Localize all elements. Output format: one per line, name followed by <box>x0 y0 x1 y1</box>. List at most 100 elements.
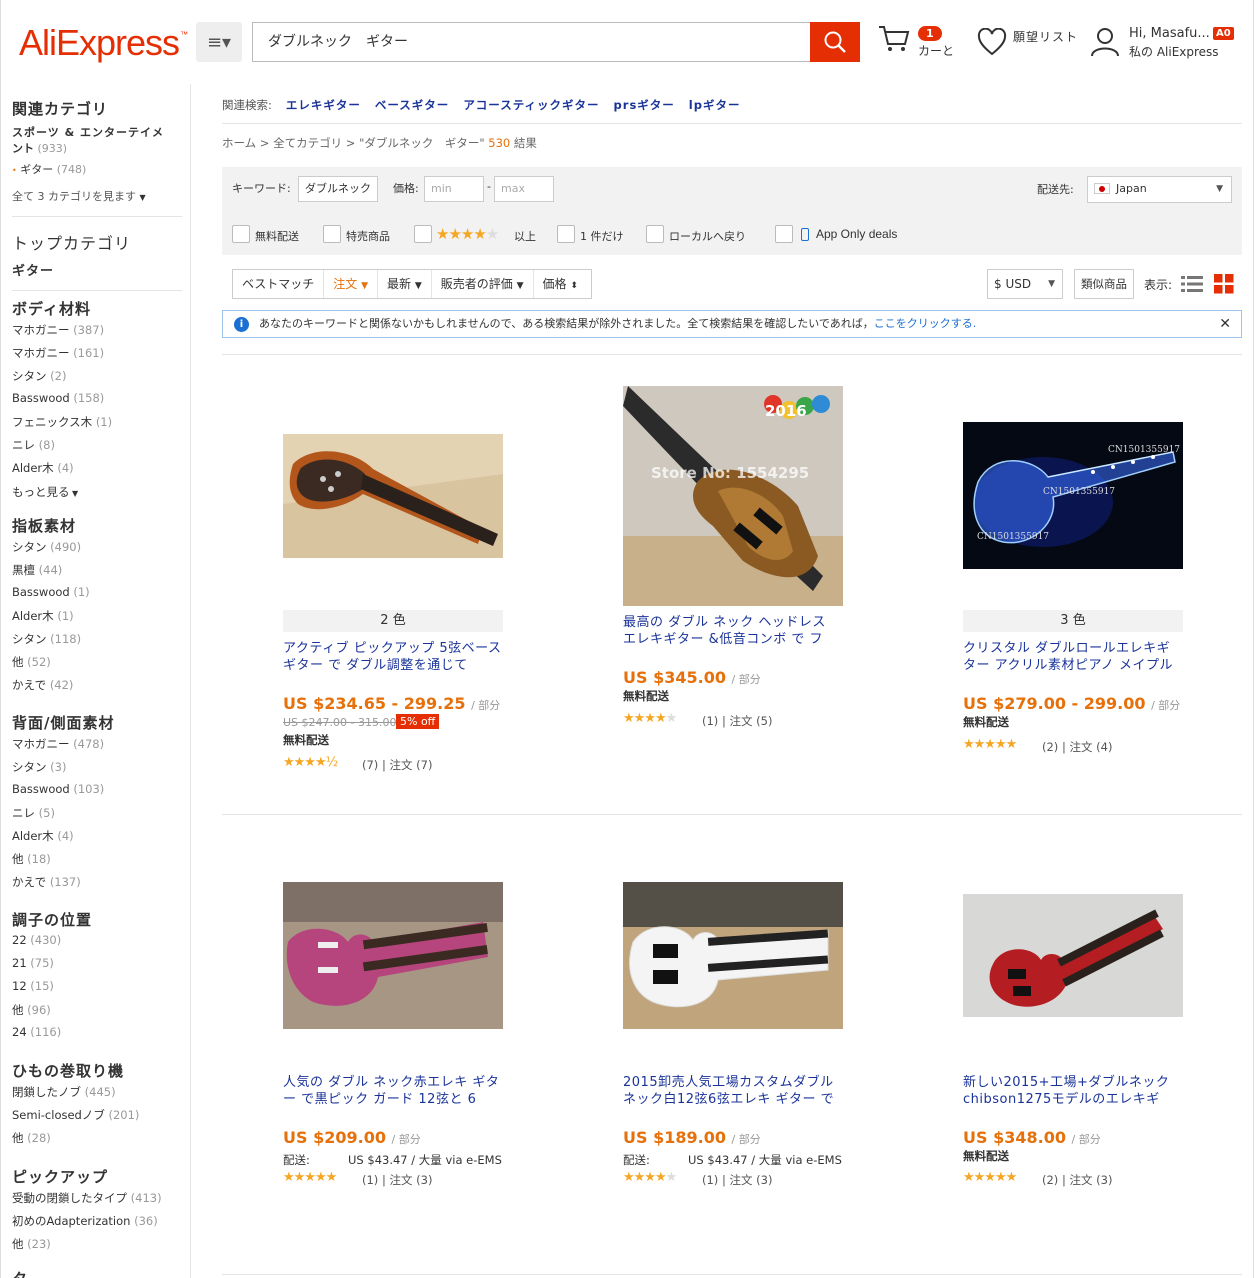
facet-option[interactable]: シタン (2) <box>12 368 66 384</box>
facet-option[interactable]: 閉鎖したノブ (445) <box>12 1084 116 1100</box>
user-greeting[interactable]: Hi, Masafu... <box>1129 26 1210 41</box>
facet-option[interactable]: マホガニー (161) <box>12 345 104 361</box>
facet-option[interactable]: 22 (430) <box>12 933 61 947</box>
one-piece-checkbox[interactable] <box>557 225 575 243</box>
facet-option[interactable]: 24 (116) <box>12 1025 61 1039</box>
product-image[interactable] <box>283 882 503 1029</box>
facet-option[interactable]: 他 (96) <box>12 1002 51 1018</box>
related-link[interactable]: lpギター <box>689 98 741 112</box>
top-category-guitar[interactable]: ギター <box>12 260 54 279</box>
review-info[interactable]: (2) | 注文 (4) <box>1042 739 1112 755</box>
facet-option[interactable]: 他 (28) <box>12 1130 51 1146</box>
price-min-input[interactable]: min <box>424 176 484 202</box>
price-max-input[interactable]: max <box>494 176 554 202</box>
sort-seller-rating[interactable]: 販売者の評価 ▼ <box>432 270 534 298</box>
product-image[interactable] <box>963 894 1183 1017</box>
user-icon[interactable] <box>1090 26 1120 58</box>
product-image[interactable]: CN1501355917 CN1501355917 CN1501355917 <box>963 422 1183 569</box>
currency-select[interactable]: $ USD ▼ <box>987 269 1063 299</box>
facet-option[interactable]: シタン (118) <box>12 631 81 647</box>
ship-to-select[interactable]: Japan ▼ <box>1087 176 1232 203</box>
grid-view-icon[interactable] <box>1214 274 1234 294</box>
facet-option[interactable]: 他 (23) <box>12 1236 51 1252</box>
app-only-checkbox[interactable] <box>775 225 793 243</box>
sort-price[interactable]: 価格 ⬍ <box>534 270 587 298</box>
facet-option[interactable]: 他 (18) <box>12 851 51 867</box>
product-title[interactable]: 新しい2015+工場+ダブルネックchibson1275モデルのエレキギ <box>963 1074 1183 1108</box>
sale-checkbox[interactable] <box>323 225 341 243</box>
facet-option[interactable]: Basswood (103) <box>12 782 104 796</box>
local-return-checkbox[interactable] <box>646 225 664 243</box>
facet-option[interactable]: Alder木 (4) <box>12 460 74 476</box>
facet-group-title[interactable]: ひもの巻取り機 <box>12 1060 124 1081</box>
cart-icon[interactable] <box>877 24 911 54</box>
facet-option[interactable]: Alder木 (1) <box>12 608 74 624</box>
review-info[interactable]: (1) | 注文 (3) <box>702 1172 772 1188</box>
product-title[interactable]: クリスタル ダブルロールエレキギター アクリル素材ピアノ メイプル <box>963 640 1183 674</box>
product-title[interactable]: 最高の ダブル ネック ヘッドレス エレキギター &低音コンボ で フ <box>623 614 843 648</box>
search-input[interactable]: ダブルネック ギター <box>252 22 810 62</box>
facet-option[interactable]: シタン (3) <box>12 759 66 775</box>
related-link[interactable]: エレキギター <box>286 98 361 112</box>
related-link[interactable]: prsギター <box>614 98 675 112</box>
similar-products-button[interactable]: 類似商品 <box>1074 269 1134 299</box>
facet-option[interactable]: マホガニー (387) <box>12 322 104 338</box>
category-menu-button[interactable]: ≡▾ <box>196 22 242 62</box>
sort-best-match[interactable]: ベストマッチ <box>233 270 325 298</box>
facet-option[interactable]: かえで (137) <box>12 874 81 890</box>
notice-link[interactable]: ここをクリックする. <box>874 317 977 330</box>
facet-option[interactable]: フェニックス木 (1) <box>12 414 112 430</box>
facet-option[interactable]: かえで (42) <box>12 677 73 693</box>
review-info[interactable]: (2) | 注文 (3) <box>1042 1172 1112 1188</box>
facet-option[interactable]: Basswood (1) <box>12 585 90 599</box>
facet-option[interactable]: ニレ (8) <box>12 437 55 453</box>
related-link[interactable]: アコースティックギター <box>463 98 599 112</box>
facet-option[interactable]: 21 (75) <box>12 956 54 970</box>
wishlist-label[interactable]: 願望リスト <box>1013 28 1078 45</box>
product-image[interactable] <box>623 882 843 1029</box>
show-more-link[interactable]: もっと見る ▼ <box>12 484 78 500</box>
product-title[interactable]: 2015卸売人気工場カスタムダブルネック白12弦6弦エレキ ギター で <box>623 1074 843 1108</box>
keyword-input[interactable]: ダブルネック <box>298 176 378 202</box>
facet-group-title[interactable]: ボディ材料 <box>12 298 91 319</box>
breadcrumb-home[interactable]: ホーム <box>222 136 256 150</box>
facet-group-title[interactable]: 背面/側面素材 <box>12 712 114 733</box>
facet-option[interactable]: 受動の閉鎖したタイプ (413) <box>12 1190 162 1206</box>
product-image[interactable]: Store No: 1554295 2016 <box>623 386 843 606</box>
facet-option[interactable]: Alder木 (4) <box>12 828 74 844</box>
product-image[interactable] <box>283 434 503 558</box>
related-link[interactable]: ベースギター <box>375 98 449 112</box>
my-aliexpress-link[interactable]: 私の AliExpress <box>1129 43 1219 60</box>
product-title[interactable]: アクティブ ピックアップ 5弦ベース ギター で ダブル調整を通じて <box>283 640 503 674</box>
product-title[interactable]: 人気の ダブル ネック赤エレキ ギター で黒ピック ガード 12弦と 6 <box>283 1074 503 1108</box>
breadcrumb-all-categories[interactable]: 全てカテゴリ <box>273 136 342 150</box>
facet-option[interactable]: Basswood (158) <box>12 391 104 405</box>
search-button[interactable] <box>810 22 860 62</box>
facet-option[interactable]: 黒檀 (44) <box>12 562 62 578</box>
facet-group-title[interactable]: ピックアップ <box>12 1166 108 1187</box>
cart-label[interactable]: カーと <box>918 42 954 59</box>
see-all-categories-link[interactable]: 全て 3 カテゴリを見ます ▼ <box>12 188 146 204</box>
facet-option[interactable]: 12 (15) <box>12 979 54 993</box>
facet-option[interactable]: 他 (52) <box>12 654 51 670</box>
category-sports-cont[interactable]: ント (933) <box>12 140 67 156</box>
category-sports[interactable]: スポーツ & エンターテイメ <box>12 124 164 140</box>
aliexpress-logo[interactable]: AliExpress™ <box>19 22 188 64</box>
facet-option[interactable]: ニレ (5) <box>12 805 55 821</box>
free-shipping-checkbox[interactable] <box>232 225 250 243</box>
close-icon[interactable]: ✕ <box>1219 311 1231 337</box>
category-guitar[interactable]: • ギター (748) <box>12 161 86 177</box>
review-info[interactable]: (1) | 注文 (5) <box>702 713 772 729</box>
facet-group-title[interactable]: タ <box>12 1268 28 1278</box>
heart-icon[interactable] <box>977 28 1007 56</box>
facet-option[interactable]: Semi-closedノブ (201) <box>12 1107 139 1123</box>
facet-option[interactable]: 初めのAdapterization (36) <box>12 1213 158 1229</box>
rating-checkbox[interactable] <box>414 225 432 243</box>
list-view-icon[interactable] <box>1181 274 1203 294</box>
sort-orders[interactable]: 注文 ▼ <box>324 270 379 298</box>
facet-group-title[interactable]: 調子の位置 <box>12 909 92 930</box>
review-info[interactable]: (1) | 注文 (3) <box>362 1172 432 1188</box>
facet-option[interactable]: マホガニー (478) <box>12 736 104 752</box>
facet-option[interactable]: シタン (490) <box>12 539 81 555</box>
sort-newest[interactable]: 最新 ▼ <box>378 270 432 298</box>
